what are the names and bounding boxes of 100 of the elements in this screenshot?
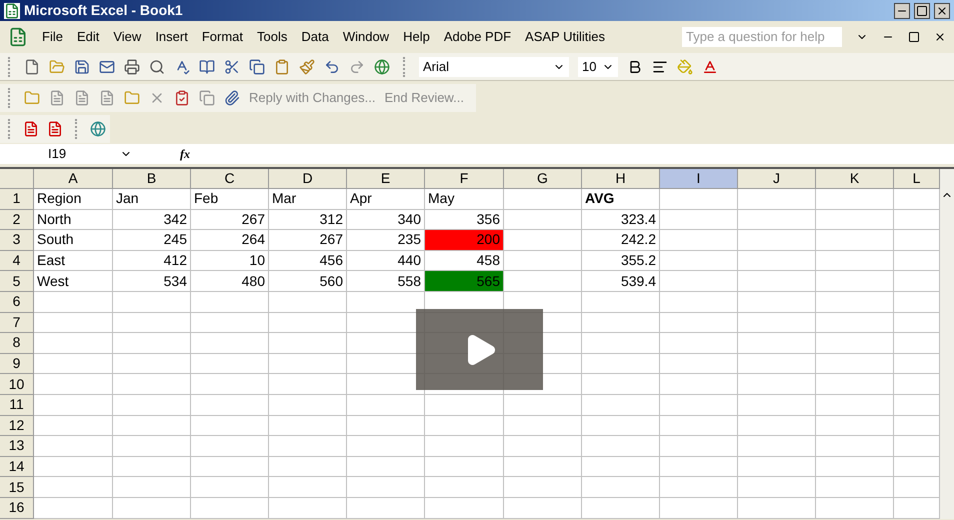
- vertical-scrollbar[interactable]: [940, 169, 954, 518]
- menu-item[interactable]: Window: [342, 27, 390, 47]
- row-header[interactable]: 1: [0, 189, 34, 210]
- network-icon[interactable]: [90, 121, 106, 137]
- excel-icon: [4, 2, 20, 18]
- row-header[interactable]: 9: [0, 354, 34, 374]
- print-preview-icon[interactable]: [149, 58, 165, 74]
- table-cell: 200: [425, 230, 504, 251]
- close-icon[interactable]: [934, 31, 946, 43]
- table-cell: 440: [347, 250, 425, 272]
- pdf-icon[interactable]: [23, 121, 39, 137]
- print-icon[interactable]: [124, 58, 140, 74]
- window-title: Microsoft Excel - Book1: [24, 1, 184, 20]
- cut-icon[interactable]: [224, 58, 240, 74]
- maximize-button[interactable]: [914, 2, 930, 18]
- menu-item[interactable]: View: [113, 27, 142, 47]
- close-icon: [936, 4, 948, 16]
- menu-item[interactable]: Insert: [155, 27, 188, 47]
- fill-color-icon[interactable]: [677, 58, 693, 74]
- research-icon[interactable]: [199, 58, 215, 74]
- column-header[interactable]: J: [738, 169, 816, 189]
- menu-item[interactable]: File: [42, 27, 63, 47]
- row-header[interactable]: 13: [0, 436, 34, 457]
- table-cell: Apr: [347, 189, 425, 210]
- copy-icon[interactable]: [249, 58, 265, 74]
- save-icon[interactable]: [74, 58, 90, 74]
- undo-icon[interactable]: [324, 58, 340, 74]
- table-cell: 534: [113, 271, 191, 292]
- comment-icon[interactable]: [49, 90, 65, 106]
- table-cell: 10: [191, 250, 269, 272]
- align-left-icon[interactable]: [652, 58, 668, 74]
- menu-item[interactable]: ASAP Utilities: [525, 27, 605, 47]
- table-cell: 242.2: [582, 230, 660, 251]
- insert-function-button[interactable]: fx: [180, 145, 190, 163]
- row-header[interactable]: 10: [0, 374, 34, 395]
- track-changes-icon[interactable]: [174, 90, 190, 106]
- table-cell: West: [34, 271, 113, 292]
- font-select[interactable]: Arial: [419, 56, 569, 76]
- table-cell: 267: [269, 230, 347, 251]
- column-header[interactable]: C: [191, 169, 269, 189]
- pdf-icon[interactable]: [47, 121, 63, 137]
- attachment-icon[interactable]: [224, 90, 240, 106]
- copy-icon[interactable]: [199, 90, 215, 106]
- table-cell: Feb: [191, 189, 269, 210]
- column-header[interactable]: A: [34, 169, 113, 189]
- row-header[interactable]: 12: [0, 416, 34, 436]
- font-size-select[interactable]: 10: [578, 56, 618, 76]
- row-header[interactable]: 16: [0, 498, 34, 518]
- menu-item[interactable]: Adobe PDF: [444, 27, 512, 47]
- table-cell: AVG: [582, 189, 660, 210]
- table-cell: 560: [269, 271, 347, 292]
- minimize-button[interactable]: [894, 2, 910, 18]
- row-header[interactable]: 4: [0, 250, 34, 272]
- column-header[interactable]: G: [504, 169, 582, 189]
- row-header[interactable]: 15: [0, 477, 34, 498]
- play-button[interactable]: [416, 309, 543, 390]
- column-header[interactable]: I: [660, 169, 738, 189]
- row-header[interactable]: 8: [0, 333, 34, 354]
- row-header[interactable]: 5: [0, 271, 34, 292]
- column-header[interactable]: B: [113, 169, 191, 189]
- close-button[interactable]: [934, 2, 950, 18]
- font-color-icon[interactable]: [702, 58, 718, 74]
- menu-item[interactable]: Help: [403, 27, 430, 47]
- table-cell: 356: [425, 210, 504, 230]
- restore-icon[interactable]: [908, 31, 920, 43]
- column-header[interactable]: D: [269, 169, 347, 189]
- column-header[interactable]: L: [894, 169, 940, 189]
- menu-item[interactable]: Edit: [76, 27, 100, 47]
- workbook-icon[interactable]: [8, 27, 28, 47]
- table-cell: 355.2: [582, 250, 660, 272]
- menu-item[interactable]: Format: [202, 27, 243, 47]
- column-header[interactable]: E: [347, 169, 425, 189]
- menu-item[interactable]: Tools: [257, 27, 288, 47]
- row-header[interactable]: 6: [0, 292, 34, 313]
- column-header[interactable]: K: [816, 169, 894, 189]
- table-cell: 264: [191, 230, 269, 251]
- table-cell: 539.4: [582, 271, 660, 292]
- column-header[interactable]: F: [425, 169, 504, 189]
- row-header[interactable]: 3: [0, 230, 34, 251]
- row-header[interactable]: 11: [0, 394, 34, 416]
- table-cell: May: [425, 189, 504, 210]
- paste-icon[interactable]: [274, 58, 290, 74]
- menu-item[interactable]: Data: [301, 27, 329, 47]
- redo-icon[interactable]: [349, 58, 365, 74]
- row-header[interactable]: 14: [0, 456, 34, 478]
- table-cell: 412: [113, 250, 191, 272]
- hyperlink-icon[interactable]: [374, 58, 390, 74]
- table-cell: 267: [191, 210, 269, 230]
- comment-icon[interactable]: [74, 90, 90, 106]
- row-header[interactable]: 2: [0, 210, 34, 230]
- column-header[interactable]: H: [582, 169, 660, 189]
- help-search-field[interactable]: Type a question for help: [682, 27, 842, 47]
- table-cell: 323.4: [582, 210, 660, 230]
- format-painter-icon[interactable]: [299, 58, 315, 74]
- comment-icon[interactable]: [99, 90, 115, 106]
- table-cell: 558: [347, 271, 425, 292]
- row-header[interactable]: 7: [0, 312, 34, 334]
- email-icon[interactable]: [99, 58, 115, 74]
- new-icon[interactable]: [24, 58, 40, 74]
- table-cell: 456: [269, 250, 347, 272]
